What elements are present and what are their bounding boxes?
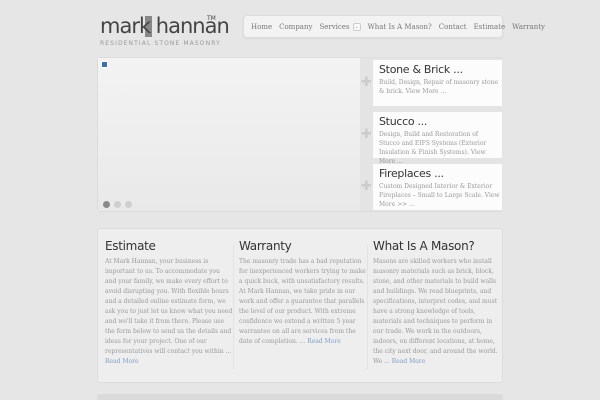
featured-slider: ✚ Stone & Brick ... Build, Design, Repai… <box>97 57 503 212</box>
flag-icon <box>101 61 108 68</box>
column-text: At Mark Hannan, your business is importa… <box>105 258 233 355</box>
nav-company[interactable]: Company <box>279 23 312 31</box>
slide-item-title: Fireplaces ... <box>379 167 444 180</box>
plus-icon: ✚ <box>361 179 372 194</box>
slide-item-card: Stone & Brick ... Build, Design, Repair … <box>373 60 502 106</box>
plus-icon: ✚ <box>361 75 372 90</box>
column-text: The masonry trade has a bad reputation f… <box>239 258 366 345</box>
column-body: At Mark Hannan, your business is importa… <box>105 257 233 367</box>
slide-item-card: Stucco ... Design, Build and Restoration… <box>373 112 502 165</box>
slide-image[interactable] <box>98 58 360 211</box>
slider-dot[interactable] <box>125 201 132 208</box>
slide-item-title: Stucco ... <box>379 115 428 128</box>
site-logo[interactable]: mark hannan TM RESIDENTIAL STONE MASONRY <box>100 14 230 47</box>
plus-icon: ✚ <box>361 127 372 142</box>
nav-home[interactable]: Home <box>251 23 272 31</box>
read-more-link[interactable]: Read More <box>105 358 139 365</box>
column-estimate: Estimate At Mark Hannan, your business i… <box>105 238 233 376</box>
column-divider <box>367 245 368 369</box>
column-warranty: Warranty The masonry trade has a bad rep… <box>239 238 367 376</box>
nav-services[interactable]: Services ⌄ <box>319 22 361 31</box>
read-more-link[interactable]: Read More <box>392 358 426 365</box>
column-title: What Is A Mason? <box>373 239 475 253</box>
column-title: Warranty <box>239 239 292 253</box>
slide-item-card: Fireplaces ... Custom Designed Interior … <box>373 164 502 210</box>
chevron-down-icon[interactable]: ⌄ <box>352 22 361 31</box>
column-divider <box>233 245 234 369</box>
slide-item-stucco[interactable]: ✚ Stucco ... Design, Build and Restorati… <box>360 110 503 165</box>
nav-services-label: Services <box>319 22 350 31</box>
logo-tagline: RESIDENTIAL STONE MASONRY <box>100 40 221 47</box>
slide-item-description: Design, Build and Restoration of Stucco … <box>379 131 487 165</box>
nav-estimate[interactable]: Estimate <box>474 23 506 31</box>
slide-item-stone-brick[interactable]: ✚ Stone & Brick ... Build, Design, Repai… <box>360 58 503 108</box>
column-body: Masons are skilled workers who install m… <box>373 257 501 367</box>
column-what-is-a-mason: What Is A Mason? Masons are skilled work… <box>373 238 501 376</box>
nav-contact[interactable]: Contact <box>439 23 467 31</box>
logo-trademark: TM <box>207 15 216 22</box>
column-title: Estimate <box>105 239 156 253</box>
info-columns: Estimate At Mark Hannan, your business i… <box>97 228 503 383</box>
slide-item-fireplaces[interactable]: ✚ Fireplaces ... Custom Designed Interio… <box>360 162 503 212</box>
column-body: The masonry trade has a bad reputation f… <box>239 257 367 347</box>
slide-list: ✚ Stone & Brick ... Build, Design, Repai… <box>360 58 503 211</box>
main-nav: Home Company Services ⌄ What Is A Mason?… <box>243 15 545 38</box>
slide-item-description: Custom Designed Interior & Exterior Fire… <box>379 183 500 208</box>
slider-dot[interactable] <box>103 201 110 208</box>
nav-what-is-a-mason[interactable]: What Is A Mason? <box>368 23 432 31</box>
slider-dot[interactable] <box>114 201 121 208</box>
slider-pagination <box>103 201 136 208</box>
read-more-link[interactable]: Read More <box>307 338 341 345</box>
column-text: Masons are skilled workers who install m… <box>373 258 498 365</box>
nav-warranty[interactable]: Warranty <box>512 23 545 31</box>
slide-item-title: Stone & Brick ... <box>379 63 463 76</box>
slide-item-description: Build, Design, Repair of masonry stone &… <box>379 79 499 95</box>
footer-strip <box>97 394 503 400</box>
